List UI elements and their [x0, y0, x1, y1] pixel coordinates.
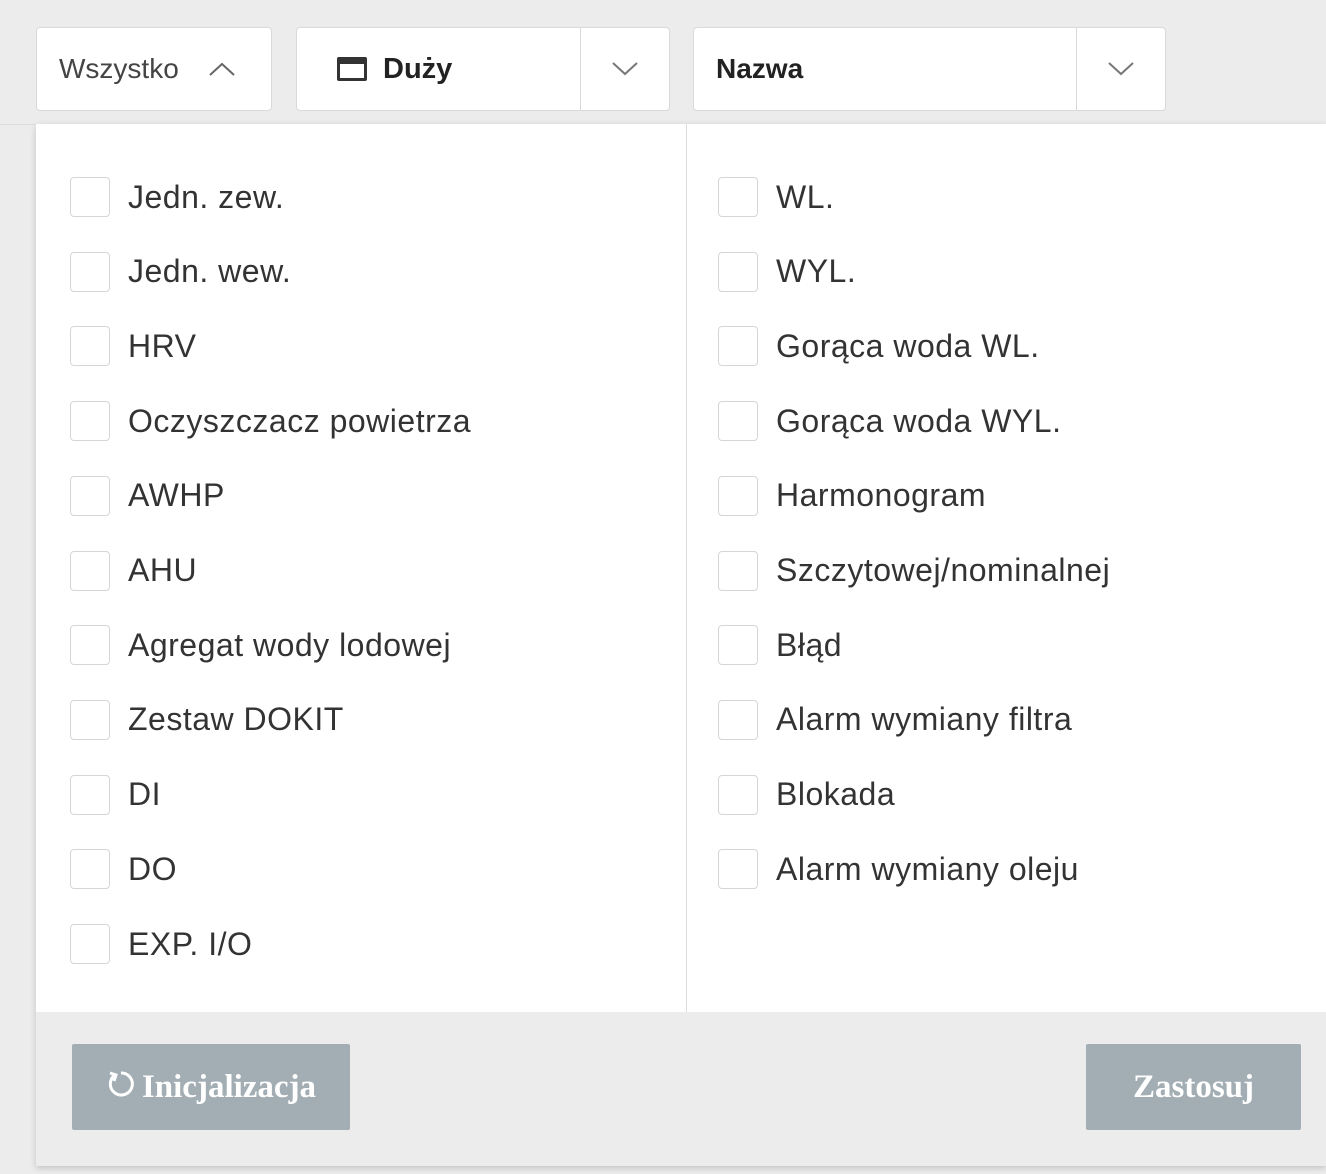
filter-option[interactable]: DO	[70, 844, 177, 894]
filter-option-label: Agregat wody lodowej	[128, 626, 452, 663]
reset-icon	[106, 1068, 142, 1107]
filter-option-label: AHU	[128, 552, 198, 588]
filter-option[interactable]: AWHP	[70, 471, 225, 521]
checkbox[interactable]	[70, 326, 110, 367]
filter-option-label: DI	[128, 776, 161, 813]
checkbox[interactable]	[718, 774, 758, 815]
filter-option[interactable]: Gorąca woda WL.	[718, 321, 1040, 371]
checkbox[interactable]	[718, 251, 758, 292]
sort-dropdown-toggle[interactable]	[1076, 28, 1165, 110]
apply-label: Zastosuj	[1132, 1068, 1255, 1105]
filter-option[interactable]: Blokada	[718, 770, 895, 820]
checkbox[interactable]	[70, 401, 110, 442]
filter-option[interactable]: WYL.	[718, 247, 856, 297]
filter-option-label: Jedn. wew.	[128, 253, 292, 290]
apply-button[interactable]: Zastosuj	[1086, 1044, 1301, 1130]
filter-option[interactable]: AHU	[70, 546, 197, 596]
filter-option-label: Harmonogram	[776, 477, 987, 514]
filter-option-label: Gorąca woda WYL.	[776, 402, 1062, 439]
filter-option[interactable]: WL.	[718, 172, 834, 222]
sort-label: Nazwa	[716, 53, 804, 84]
filter-option[interactable]: Oczyszczacz powietrza	[70, 396, 471, 446]
filter-option[interactable]: Jedn. zew.	[70, 172, 284, 222]
filter-option[interactable]: DI	[70, 770, 161, 820]
filter-option[interactable]: Agregat wody lodowej	[70, 620, 451, 670]
filter-option-label: AWHP	[128, 477, 225, 514]
filter-option[interactable]: Błąd	[718, 620, 842, 670]
chevron-down-icon	[1106, 60, 1136, 78]
filter-panel: Jedn. zew. Jedn. wew. HRV Oczyszczacz powie…	[36, 124, 1326, 1166]
checkbox[interactable]	[718, 177, 758, 217]
checkbox[interactable]	[718, 475, 758, 516]
checkbox[interactable]	[70, 849, 110, 890]
filter-option-label: Jedn. zew.	[128, 178, 285, 215]
view-size-dropdown-toggle[interactable]	[580, 28, 669, 110]
filter-option-label: Błąd	[776, 626, 843, 663]
filter-panel-footer: Inicjalizacja Zastosuj	[36, 1012, 1326, 1166]
filter-option[interactable]: Szczytowej/nominalnej	[718, 546, 1110, 596]
chevron-down-icon	[610, 60, 640, 78]
checkbox[interactable]	[70, 699, 110, 740]
checkbox[interactable]	[70, 550, 110, 591]
filter-option-label: EXP. I/O	[128, 925, 253, 962]
checkbox[interactable]	[70, 924, 110, 964]
reset-button[interactable]: Inicjalizacja	[72, 1044, 350, 1130]
filter-option-label: WYL.	[776, 253, 857, 290]
filter-option[interactable]: EXP. I/O	[70, 919, 252, 969]
filter-option-label: DO	[128, 850, 177, 887]
device-type-filter-column: Jedn. zew. Jedn. wew. HRV Oczyszczacz powie…	[36, 124, 687, 1012]
filter-option-label: Zestaw DOKIT	[128, 701, 344, 738]
filter-option[interactable]: Harmonogram	[718, 471, 986, 521]
checkbox[interactable]	[718, 550, 758, 591]
filter-option-label: Blokada	[776, 776, 896, 813]
checkbox[interactable]	[70, 774, 110, 815]
filter-option[interactable]: Alarm wymiany filtra	[718, 695, 1072, 745]
filter-option-label: WL.	[776, 178, 835, 215]
filter-option[interactable]: Alarm wymiany oleju	[718, 844, 1079, 894]
view-size-value[interactable]: Duży	[297, 28, 580, 110]
filter-option-label: Szczytowej/nominalnej	[776, 552, 1111, 588]
filter-option-label: Alarm wymiany filtra	[776, 701, 1073, 738]
filter-option[interactable]: Gorąca woda WYL.	[718, 396, 1061, 446]
toolbar: Wszystko Duży Nazwa	[0, 0, 1326, 125]
filter-option-label: Alarm wymiany oleju	[776, 850, 1079, 887]
checkbox[interactable]	[70, 625, 110, 666]
checkbox[interactable]	[70, 177, 110, 217]
checkbox[interactable]	[718, 401, 758, 442]
window-icon	[337, 57, 367, 81]
chevron-up-icon	[207, 60, 237, 78]
checkbox[interactable]	[718, 326, 758, 367]
view-size-select[interactable]: Duży	[296, 27, 670, 111]
checkbox[interactable]	[718, 699, 758, 740]
filter-option[interactable]: HRV	[70, 321, 196, 371]
checkbox[interactable]	[718, 625, 758, 666]
checkbox[interactable]	[70, 475, 110, 516]
reset-label: Inicjalizacja	[141, 1068, 317, 1105]
view-size-label: Duży	[383, 52, 453, 85]
filter-dropdown-button[interactable]: Wszystko	[36, 27, 272, 111]
sort-select[interactable]: Nazwa	[693, 27, 1166, 111]
filter-option-label: Gorąca woda WL.	[776, 327, 1040, 364]
filter-label: Wszystko	[59, 53, 179, 84]
status-filter-column: WL. WYL. Gorąca woda WL. Gorąca woda WYL. Ha…	[687, 124, 1326, 1012]
checkbox[interactable]	[718, 849, 758, 890]
filter-option[interactable]: Jedn. wew.	[70, 247, 291, 297]
filter-option-label: Oczyszczacz powietrza	[128, 402, 472, 439]
checkbox[interactable]	[70, 251, 110, 292]
filter-option-label: HRV	[128, 327, 197, 364]
filter-option[interactable]: Zestaw DOKIT	[70, 695, 344, 745]
